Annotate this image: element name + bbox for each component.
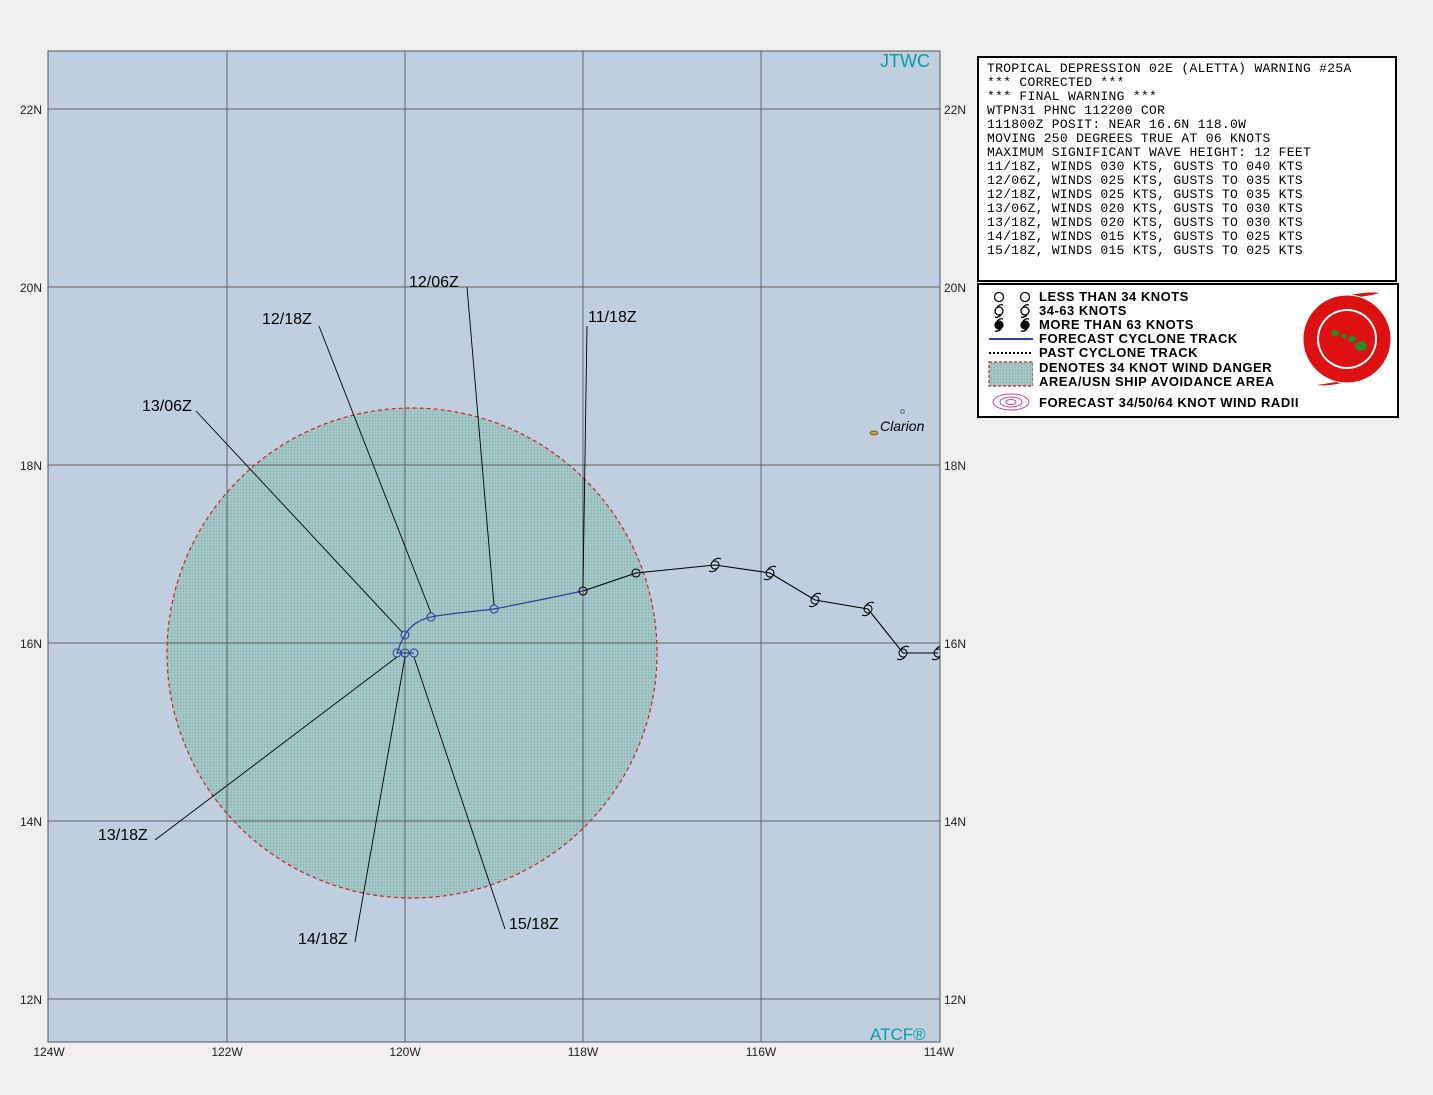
- legend-label: AREA/USN SHIP AVOIDANCE AREA: [1039, 374, 1275, 389]
- wind-radii-icon: [992, 393, 1030, 411]
- warning-line: 14/18Z, WINDS 015 KTS, GUSTS TO 025 KTS: [987, 229, 1303, 244]
- lat-label-right: 14N: [944, 815, 966, 829]
- forecast-label-15-18z: 15/18Z: [509, 916, 559, 933]
- lat-label-right: 16N: [944, 637, 966, 651]
- warning-line: 15/18Z, WINDS 015 KTS, GUSTS TO 025 KTS: [987, 243, 1303, 258]
- forecast-label-13-18z: 13/18Z: [98, 827, 148, 844]
- lon-label: 120W: [389, 1045, 421, 1059]
- place-label-clarion: Clarion: [880, 418, 925, 434]
- lat-label-left: 14N: [20, 815, 42, 829]
- forecast-label-14-18z: 14/18Z: [298, 931, 348, 948]
- warning-line: *** FINAL WARNING ***: [987, 89, 1158, 104]
- lon-label: 116W: [746, 1045, 777, 1059]
- lat-label-left: 16N: [20, 637, 42, 651]
- lat-label-right: 18N: [944, 459, 966, 473]
- warning-line: MOVING 250 DEGREES TRUE AT 06 KNOTS: [987, 131, 1271, 146]
- filled-storm-icon: [994, 318, 1030, 332]
- lon-label: 118W: [568, 1045, 599, 1059]
- hatched-area-icon: [988, 361, 1033, 387]
- dotted-line-icon: [989, 352, 1033, 354]
- warning-text-box: TROPICAL DEPRESSION 02E (ALETTA) WARNING…: [977, 56, 1397, 282]
- legend-label: FORECAST 34/50/64 KNOT WIND RADII: [1039, 395, 1299, 410]
- forecast-label-12-18z: 12/18Z: [262, 311, 312, 328]
- warning-line: 111800Z POSIT: NEAR 16.6N 118.0W: [987, 117, 1247, 132]
- lon-label: 124W: [33, 1045, 65, 1059]
- legend-label: PAST CYCLONE TRACK: [1039, 345, 1198, 360]
- forecast-label-13-06z: 13/06Z: [142, 398, 192, 415]
- lat-label-left: 20N: [20, 281, 42, 295]
- warning-line: *** CORRECTED ***: [987, 75, 1125, 90]
- legend-label: MORE THAN 63 KNOTS: [1039, 317, 1194, 332]
- warning-line: 12/06Z, WINDS 025 KTS, GUSTS TO 035 KTS: [987, 173, 1303, 188]
- forecast-label-11-18z: 11/18Z: [588, 309, 637, 326]
- product-label: ATCF®: [870, 1025, 926, 1044]
- warning-line: 13/06Z, WINDS 020 KTS, GUSTS TO 030 KTS: [987, 201, 1303, 216]
- forecast-label-12-06z: 12/06Z: [409, 274, 459, 291]
- lat-label-right: 22N: [944, 103, 966, 117]
- warning-line: MAXIMUM SIGNIFICANT WAVE HEIGHT: 12 FEET: [987, 145, 1312, 160]
- open-storm-icon: [994, 304, 1030, 318]
- warning-line: TROPICAL DEPRESSION 02E (ALETTA) WARNING…: [987, 61, 1352, 76]
- legend-label: LESS THAN 34 KNOTS: [1039, 289, 1189, 304]
- lon-label: 122W: [211, 1045, 243, 1059]
- open-circle-icon: [993, 291, 1031, 303]
- lon-label: 114W: [924, 1045, 955, 1059]
- solid-line-icon: [989, 338, 1033, 340]
- lat-label-right: 12N: [944, 993, 966, 1007]
- legend-label: 34-63 KNOTS: [1039, 303, 1127, 318]
- legend-label: DENOTES 34 KNOT WIND DANGER: [1039, 360, 1273, 375]
- lat-label-left: 12N: [20, 993, 42, 1007]
- legend-label: FORECAST CYCLONE TRACK: [1039, 331, 1238, 346]
- warning-line: 12/18Z, WINDS 025 KTS, GUSTS TO 035 KTS: [987, 187, 1303, 202]
- lat-label-left: 18N: [20, 459, 42, 473]
- lat-label-right: 20N: [944, 281, 966, 295]
- warning-line: 13/18Z, WINDS 020 KTS, GUSTS TO 030 KTS: [987, 215, 1303, 230]
- legend-box: LESS THAN 34 KNOTS 34-63 KNOTS MORE THAN…: [977, 283, 1399, 418]
- warning-line: 11/18Z, WINDS 030 KTS, GUSTS TO 040 KTS: [987, 159, 1303, 174]
- jtwc-logo: [1302, 292, 1392, 386]
- agency-label: JTWC: [880, 51, 930, 71]
- lat-label-left: 22N: [20, 103, 42, 117]
- warning-line: WTPN31 PHNC 112200 COR: [987, 103, 1166, 118]
